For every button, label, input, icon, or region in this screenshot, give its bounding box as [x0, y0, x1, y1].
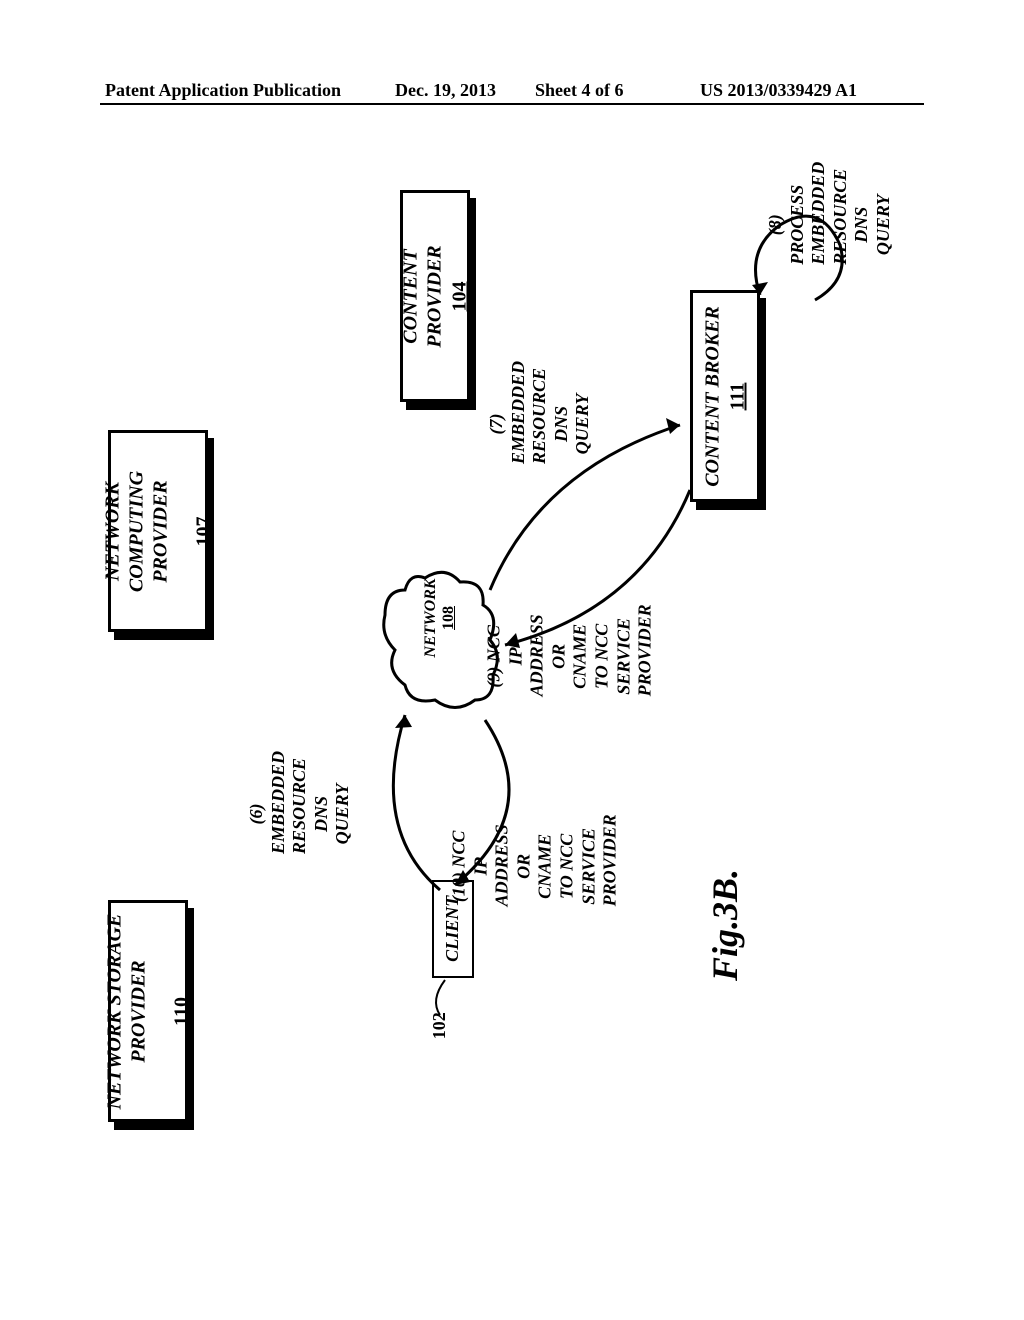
ncp-label: NETWORK COMPUTING PROVIDER [101, 436, 173, 626]
client-ref: 102 [429, 1006, 451, 1046]
pub-number: US 2013/0339429 A1 [700, 80, 857, 101]
ncp-ref: 107 [193, 436, 216, 626]
header-divider [100, 103, 924, 105]
content-provider-ref: 104 [449, 196, 472, 396]
content-broker-label: CONTENT BROKER [701, 296, 725, 496]
figure-diagram: CONTENT PROVIDER 104 NETWORK COMPUTING P… [100, 140, 900, 1200]
network-label-group: NETWORK 108 [400, 600, 480, 636]
pub-date: Dec. 19, 2013 [395, 80, 496, 101]
figure-label: Fig.3B. [704, 841, 746, 981]
pub-type: Patent Application Publication [105, 80, 341, 101]
content-broker-ref: 111 [727, 296, 750, 496]
network-computing-provider-box: NETWORK COMPUTING PROVIDER 107 [108, 430, 208, 632]
nsp-label: NETWORK STORAGE PROVIDER [103, 906, 151, 1116]
step6-label: (6) EMBEDDED RESOURCE DNS QUERY [246, 774, 354, 854]
network-label: NETWORK [422, 578, 440, 658]
content-provider-box: CONTENT PROVIDER 104 [400, 190, 470, 402]
content-provider-label: CONTENT PROVIDER [399, 196, 447, 396]
step9-label: (9) NCC IP ADDRESS OR CNAME TO NCC SERVI… [484, 616, 657, 696]
step7-label: (7) EMBEDDED RESOURCE DNS QUERY [486, 384, 594, 464]
sheet-number: Sheet 4 of 6 [535, 80, 624, 101]
content-broker-box: CONTENT BROKER 111 [690, 290, 760, 502]
step8-label: (8) PROCESS EMBEDDED RESOURCE DNS QUERY [765, 185, 895, 265]
step10-label: (10) NCC IP ADDRESS OR CNAME TO NCC SERV… [449, 826, 622, 906]
network-ref: 108 [440, 578, 458, 658]
network-storage-provider-box: NETWORK STORAGE PROVIDER 110 [108, 900, 188, 1122]
nsp-ref: 110 [171, 906, 194, 1116]
